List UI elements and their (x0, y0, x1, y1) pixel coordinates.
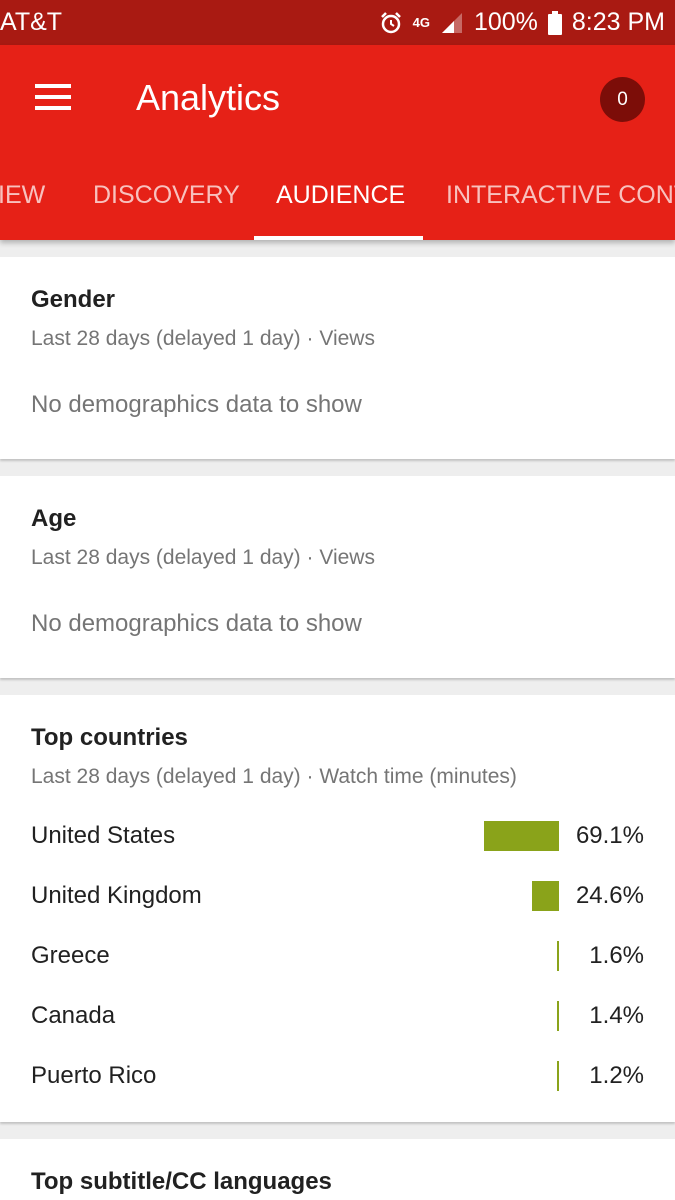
top-subtitle-languages-card: Top subtitle/CC languages (0, 1139, 675, 1200)
tab-interactive-content[interactable]: INTERACTIVE CONT (446, 150, 675, 240)
card-title: Top subtitle/CC languages (31, 1168, 332, 1195)
clock: 8:23 PM (571, 8, 665, 36)
card-subtitle: Last 28 days (delayed 1 day) · Watch tim… (31, 765, 517, 788)
country-name: Canada (31, 1002, 116, 1029)
country-percent: 1.4% (589, 1002, 644, 1029)
country-bar (484, 821, 559, 851)
country-row: United Kingdom 24.6% (0, 866, 675, 926)
card-subtitle: Last 28 days (delayed 1 day) · Views (31, 327, 375, 350)
tab-discovery[interactable]: DISCOVERY (93, 150, 240, 240)
card-subtitle: Last 28 days (delayed 1 day) · Views (31, 546, 375, 569)
country-bar (532, 881, 559, 911)
country-percent: 24.6% (575, 882, 644, 909)
network-type-icon: 4G (412, 15, 430, 30)
country-row: Canada 1.4% (0, 986, 675, 1046)
country-name: United States (31, 822, 176, 849)
page-title: Analytics (136, 77, 281, 118)
gender-card: Gender Last 28 days (delayed 1 day) · Vi… (0, 257, 675, 459)
country-bar (557, 941, 559, 971)
country-row: United States 69.1% (0, 806, 675, 866)
country-name: United Kingdom (31, 882, 202, 909)
battery-percent: 100% (473, 8, 538, 36)
signal-icon (440, 11, 464, 35)
tab-audience[interactable]: AUDIENCE (276, 150, 405, 240)
country-bar (557, 1061, 559, 1091)
status-icons: 4G 100% 8:23 PM (379, 8, 665, 37)
app-bar: Analytics 0 IEW DISCOVERY AUDIENCE INTER… (0, 45, 675, 240)
alarm-icon (379, 11, 403, 35)
status-bar: AT&T 4G 100% 8:23 PM (0, 0, 675, 45)
card-title: Age (31, 505, 77, 532)
notification-badge[interactable]: 0 (600, 77, 645, 122)
card-title: Gender (31, 286, 116, 313)
tab-overview[interactable]: IEW (0, 150, 45, 240)
country-percent: 1.6% (589, 942, 644, 969)
active-tab-indicator (254, 236, 423, 240)
carrier-label: AT&T (0, 8, 63, 36)
empty-state-message: No demographics data to show (31, 391, 362, 418)
top-countries-card: Top countries Last 28 days (delayed 1 da… (0, 695, 675, 1122)
country-row: Greece 1.6% (0, 926, 675, 986)
country-row: Puerto Rico 1.2% (0, 1046, 675, 1106)
card-title: Top countries (31, 724, 188, 751)
country-bar (557, 1001, 559, 1031)
country-name: Greece (31, 942, 110, 969)
country-name: Puerto Rico (31, 1062, 157, 1089)
empty-state-message: No demographics data to show (31, 610, 362, 637)
age-card: Age Last 28 days (delayed 1 day) · Views… (0, 476, 675, 678)
country-percent: 1.2% (589, 1062, 644, 1089)
menu-icon[interactable] (22, 71, 84, 123)
country-percent: 69.1% (575, 822, 644, 849)
battery-icon (547, 10, 562, 35)
tab-bar: IEW DISCOVERY AUDIENCE INTERACTIVE CONT (0, 150, 675, 240)
